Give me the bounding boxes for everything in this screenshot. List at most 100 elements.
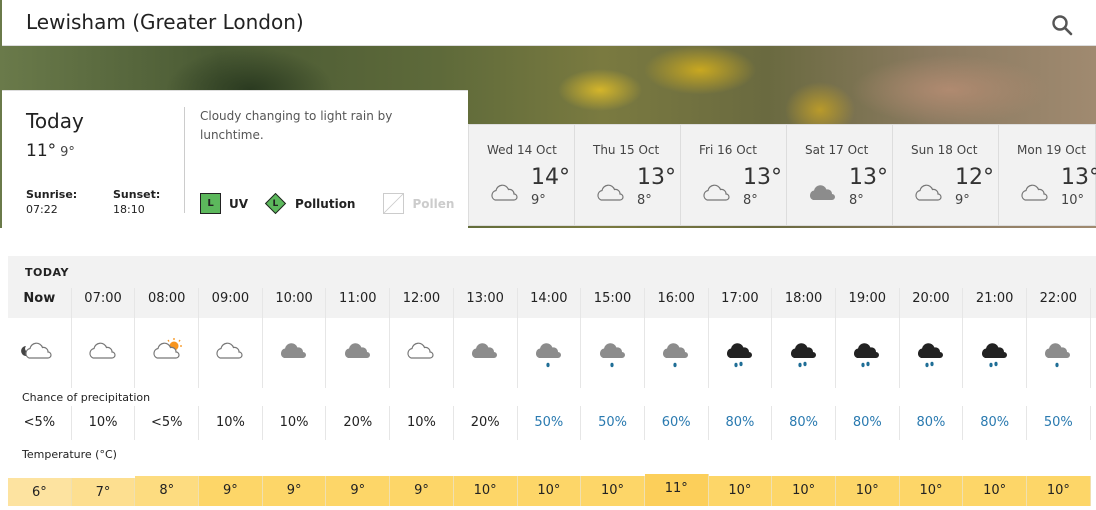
search-icon[interactable] — [1050, 13, 1074, 37]
hour-temp: 10° — [772, 476, 836, 506]
day-tab[interactable]: Sun 18 Oct 12° 9° — [893, 125, 999, 225]
precip-chance: 10% — [390, 406, 454, 440]
cloud-grey-icon — [454, 318, 518, 388]
temperature-label: Temperature (°C) — [22, 448, 117, 461]
day-high-temp: 13° — [1061, 165, 1096, 190]
pollution-level: L — [272, 198, 279, 209]
day-high-temp: 13° — [637, 165, 676, 190]
day-tab[interactable]: Sat 17 Oct 13° 8° — [787, 125, 893, 225]
hour-time: 20:00 — [900, 288, 964, 318]
day-name: Wed 14 Oct — [487, 143, 557, 157]
environment-badges: L UV L Pollution Pollen — [200, 192, 454, 215]
day-name: Mon 19 Oct — [1017, 143, 1086, 157]
precip-chance: 20% — [454, 406, 518, 440]
hour-temp: 9° — [262, 476, 327, 506]
hour-time: 22:00 — [1027, 288, 1091, 318]
day-tab[interactable]: Mon 19 Oct 13° 10° — [999, 125, 1096, 225]
pollution-label[interactable]: Pollution — [295, 197, 355, 211]
hour-temp: 9° — [326, 476, 391, 506]
day-tab[interactable]: Wed 14 Oct 14° 9° — [469, 125, 575, 225]
hour-temp: 7° — [71, 478, 136, 506]
today-title: Today — [26, 109, 84, 133]
day-high-temp: 13° — [849, 165, 888, 190]
hour-temp: 10° — [899, 476, 964, 506]
day-high-temp: 13° — [743, 165, 782, 190]
day-low-temp: 8° — [849, 193, 864, 208]
sunset-label: Sunset: — [113, 188, 161, 201]
sunrise-label: Sunrise: — [26, 188, 78, 201]
precip-chance: 10% — [263, 406, 327, 440]
hour-time: 18:00 — [772, 288, 836, 318]
hour-temp: 10° — [835, 476, 900, 506]
hour-times-row: Now 07:00 08:00 09:00 10:00 11:00 12:00 13:00 14… — [8, 288, 1091, 318]
hour-time: 12:00 — [390, 288, 454, 318]
location-name: Lewisham (Greater London) — [26, 10, 304, 34]
precip-chance: 80% — [963, 406, 1027, 440]
day-low-temp: 9° — [955, 193, 970, 208]
hour-time: 15:00 — [581, 288, 645, 318]
day-low-temp: 10° — [1061, 193, 1085, 208]
uv-badge[interactable]: L — [200, 193, 221, 214]
day-low-temp: 8° — [743, 193, 758, 208]
hour-time: 19:00 — [836, 288, 900, 318]
hour-time: 13:00 — [454, 288, 518, 318]
precip-chance: 50% — [518, 406, 582, 440]
hour-temp: 10° — [963, 476, 1027, 506]
hour-time: 09:00 — [199, 288, 263, 318]
heavy-rain-icon — [772, 318, 836, 388]
day-name: Sat 17 Oct — [805, 143, 869, 157]
cloud-outline-icon — [487, 180, 523, 214]
precip-chance: 80% — [900, 406, 964, 440]
day-tab[interactable]: Thu 15 Oct 13° 8° — [575, 125, 681, 225]
today-summary-panel[interactable]: Today 11° 9° Sunrise: 07:22 Sunset: 18:10… — [2, 90, 468, 228]
hour-time: 07:00 — [72, 288, 136, 318]
divider — [184, 107, 185, 213]
cloud-outline-icon — [699, 180, 735, 214]
location-search-bar[interactable]: Lewisham (Greater London) — [2, 0, 1096, 46]
hour-temp: 9° — [199, 476, 263, 506]
day-low-temp: 9° — [531, 193, 546, 208]
light-rain-icon — [581, 318, 645, 388]
sunrise-time: 07:22 — [26, 203, 58, 216]
precip-chance: 20% — [326, 406, 391, 440]
hour-time: 10:00 — [263, 288, 327, 318]
light-rain-icon — [1027, 318, 1091, 388]
cloud-outline-icon — [1017, 180, 1053, 214]
hour-time: 11:00 — [326, 288, 391, 318]
pollution-badge[interactable]: L — [264, 192, 287, 215]
hour-temp: 10° — [453, 476, 518, 506]
precip-chance: 50% — [581, 406, 645, 440]
precipitation-row: <5% 10% <5% 10% 10% 20% 10% 20% 50% 50% 60% 80% 80% 8… — [8, 406, 1091, 440]
hour-time: 17:00 — [709, 288, 773, 318]
precip-chance: <5% — [135, 406, 200, 440]
hour-icons-row — [8, 318, 1091, 388]
precip-chance: 80% — [709, 406, 773, 440]
precip-chance: 80% — [772, 406, 836, 440]
today-high: 11° — [26, 141, 57, 161]
hourly-section-label: TODAY — [25, 266, 69, 279]
day-name: Fri 16 Oct — [699, 143, 757, 157]
hour-time: 21:00 — [963, 288, 1027, 318]
precipitation-label: Chance of precipitation — [22, 391, 151, 404]
today-high-temp: 11° 9° — [26, 141, 75, 161]
hourly-forecast: TODAY Now 07:00 08:00 09:00 10:00 11:00 12:00 1… — [8, 256, 1096, 506]
hour-temp: 8° — [135, 476, 200, 506]
daily-forecast-tabs: Wed 14 Oct 14° 9° Thu 15 Oct 13° 8° Fri 16 Oct… — [468, 124, 1096, 226]
uv-label[interactable]: UV — [229, 197, 248, 211]
pollen-badge — [383, 193, 405, 214]
hour-temp: 10° — [581, 476, 645, 506]
hour-temp: 11° — [644, 474, 709, 506]
precip-chance: 50% — [1027, 406, 1091, 440]
day-high-temp: 12° — [955, 165, 994, 190]
hour-time: 08:00 — [135, 288, 200, 318]
cloud-outline-icon — [199, 318, 263, 388]
hour-time: Now — [8, 288, 72, 318]
hour-temp: 10° — [708, 476, 773, 506]
precip-chance: 10% — [72, 406, 136, 440]
today-low-temp: 9° — [60, 145, 75, 160]
day-name: Thu 15 Oct — [593, 143, 660, 157]
today-forecast-text: Cloudy changing to light rain by lunchti… — [200, 109, 393, 142]
day-tab[interactable]: Fri 16 Oct 13° 8° — [681, 125, 787, 225]
light-rain-icon — [518, 318, 582, 388]
precip-chance: <5% — [8, 406, 72, 440]
